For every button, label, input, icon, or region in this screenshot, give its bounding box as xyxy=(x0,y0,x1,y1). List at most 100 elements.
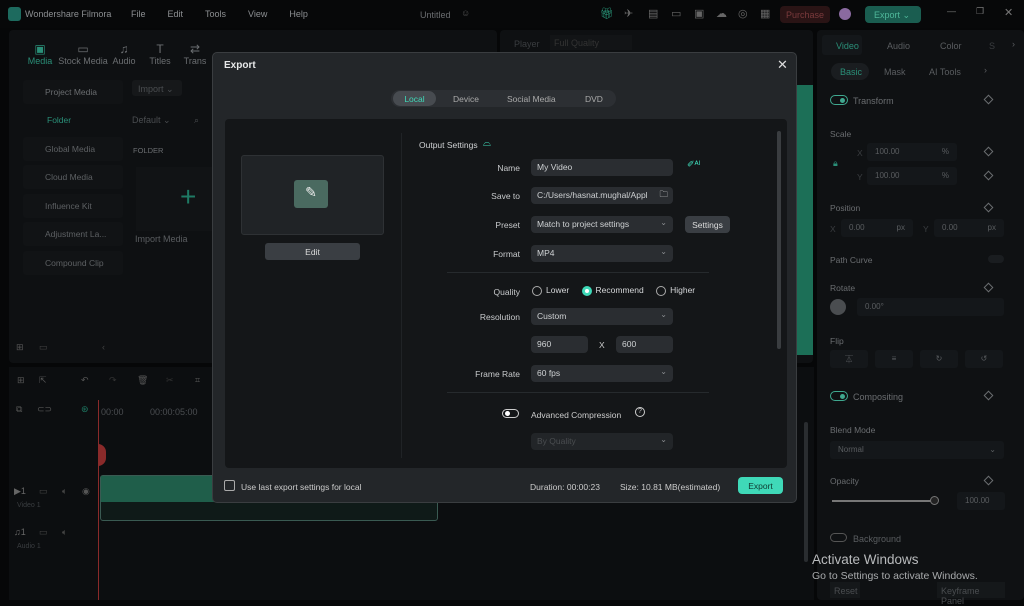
playhead[interactable] xyxy=(98,400,99,600)
folder-icon[interactable]: ▭ xyxy=(39,486,48,497)
close-icon[interactable]: ✕ xyxy=(777,57,788,73)
delete-icon[interactable]: 🗑︎ xyxy=(137,375,148,386)
close-window-icon[interactable]: ✕ xyxy=(1004,6,1013,19)
sort-dropdown[interactable]: Default ⌄ xyxy=(132,115,171,126)
send-icon[interactable]: ✈ xyxy=(624,7,633,20)
notes-icon[interactable]: ▤ xyxy=(648,7,658,20)
opacity-slider[interactable] xyxy=(832,500,934,502)
new-folder-icon[interactable]: ⊞ xyxy=(16,342,24,353)
cut-icon[interactable]: ✂ xyxy=(166,375,174,386)
tab-local[interactable]: Local xyxy=(393,91,436,106)
import-media-tile[interactable]: + xyxy=(136,167,216,231)
menu-tools[interactable]: Tools xyxy=(205,9,226,19)
width-input[interactable]: 960 xyxy=(531,336,588,353)
sidebar-item-cloud-media[interactable]: Cloud Media xyxy=(23,165,123,189)
keyframe-panel-button[interactable]: Keyframe Panel xyxy=(937,582,1005,606)
headset-icon[interactable]: ◎ xyxy=(738,7,748,20)
top-export-button[interactable]: Export ⌄ xyxy=(865,6,921,23)
sidebar-item-folder[interactable]: Folder xyxy=(47,115,71,125)
tab-stock-media[interactable]: ▭ Stock Media xyxy=(57,42,109,72)
lock-icon[interactable]: 🔒︎ xyxy=(833,158,838,169)
keyframe-icon[interactable] xyxy=(983,146,994,157)
restore-icon[interactable]: ❐ xyxy=(976,6,984,17)
tab-audio[interactable]: ♫ Audio xyxy=(109,42,139,72)
sidebar-item-project-media[interactable]: Project Media xyxy=(23,80,123,104)
menu-help[interactable]: Help xyxy=(289,9,308,19)
graduation-cap-icon[interactable]: ⌓ xyxy=(483,138,491,149)
rotate-left-icon[interactable]: ↺ xyxy=(965,350,1003,368)
folder-browse-icon[interactable]: 🗀︎ xyxy=(659,189,668,203)
layout-icon[interactable]: ▭ xyxy=(671,7,681,20)
keyframe-icon[interactable] xyxy=(983,475,994,486)
use-last-settings-checkbox[interactable] xyxy=(224,480,235,491)
link-icon[interactable]: ⊂⊃ xyxy=(37,404,52,415)
export-button[interactable]: Export xyxy=(738,477,783,494)
sidebar-item-influence-kit[interactable]: Influence Kit xyxy=(23,194,123,218)
cloud-upload-icon[interactable]: ☁ xyxy=(716,7,727,20)
playhead-marker[interactable] xyxy=(98,444,106,466)
folder-icon[interactable]: ▭ xyxy=(39,342,48,353)
sidebar-item-adjustment-layer[interactable]: Adjustment La... xyxy=(23,222,123,246)
quality-recommend-radio[interactable]: Recommend xyxy=(581,285,644,296)
add-track-icon[interactable]: ⧉ xyxy=(16,404,22,415)
tab-device[interactable]: Device xyxy=(453,94,479,104)
tab-social-media[interactable]: Social Media xyxy=(507,94,556,104)
background-toggle[interactable] xyxy=(830,533,847,542)
tab-color[interactable]: Color xyxy=(940,41,962,51)
search-icon[interactable]: ⌕ xyxy=(194,115,199,126)
height-input[interactable]: 600 xyxy=(616,336,673,353)
redo-icon[interactable]: ↷ xyxy=(109,375,117,386)
tab-more[interactable]: S xyxy=(989,41,995,51)
timeline-scrollbar[interactable] xyxy=(804,422,808,562)
reset-button[interactable]: Reset xyxy=(830,582,860,598)
chevron-right-icon[interactable]: › xyxy=(1012,39,1015,49)
crop-icon[interactable]: ⌗ xyxy=(195,375,200,386)
menu-edit[interactable]: Edit xyxy=(168,9,184,19)
opacity-slider-handle[interactable] xyxy=(930,496,939,505)
settings-scrollbar[interactable] xyxy=(777,131,781,349)
keyframe-icon[interactable] xyxy=(983,202,994,213)
subtab-mask[interactable]: Mask xyxy=(884,67,906,77)
path-curve-toggle[interactable] xyxy=(988,255,1004,263)
avatar[interactable] xyxy=(839,8,851,20)
scale-y-input[interactable]: 100.00% xyxy=(867,167,957,185)
tab-video[interactable]: Video xyxy=(822,35,862,55)
advanced-compression-toggle[interactable] xyxy=(502,409,519,418)
compositing-toggle[interactable] xyxy=(830,391,848,401)
purchase-button[interactable]: Purchase xyxy=(780,6,830,23)
resolution-dropdown[interactable]: Custom ⌄ xyxy=(531,308,673,325)
undo-icon[interactable]: ↶ xyxy=(81,375,89,386)
tab-dvd[interactable]: DVD xyxy=(585,94,603,104)
preset-settings-button[interactable]: Settings xyxy=(685,216,730,233)
subtab-basic[interactable]: Basic xyxy=(831,63,869,80)
speaker-icon[interactable]: 🔈︎ xyxy=(62,486,67,497)
rotate-right-icon[interactable]: ↻ xyxy=(920,350,958,368)
transform-toggle[interactable] xyxy=(830,95,848,105)
flip-vertical-icon[interactable]: ≡ xyxy=(875,350,913,368)
keyframe-icon[interactable] xyxy=(983,94,994,105)
select-tool-icon[interactable]: ⇱ xyxy=(39,375,47,386)
collapse-icon[interactable]: ‹ xyxy=(102,342,105,352)
subtab-ai-tools[interactable]: AI Tools xyxy=(929,67,961,77)
format-dropdown[interactable]: MP4 ⌄ xyxy=(531,245,673,262)
quality-lower-radio[interactable]: Lower xyxy=(532,285,569,296)
sidebar-item-compound-clip[interactable]: Compound Clip xyxy=(23,251,123,275)
keyframe-icon[interactable] xyxy=(983,282,994,293)
opacity-input[interactable]: 100.00 xyxy=(957,492,1005,510)
frame-rate-dropdown[interactable]: 60 fps ⌄ xyxy=(531,365,673,382)
ai-icon[interactable]: ⊛ xyxy=(81,404,89,415)
keyframe-icon[interactable] xyxy=(983,170,994,181)
menu-file[interactable]: File xyxy=(131,9,146,19)
quality-dropdown[interactable]: Full Quality xyxy=(550,35,632,50)
speaker-icon[interactable]: 🔈︎ xyxy=(62,527,67,538)
chevron-right-icon[interactable]: › xyxy=(984,65,987,75)
rotate-dial[interactable] xyxy=(830,299,846,315)
help-icon[interactable]: ? xyxy=(635,407,645,417)
folder-icon[interactable]: ▭ xyxy=(39,527,48,538)
quality-higher-radio[interactable]: Higher xyxy=(656,285,695,296)
scale-x-input[interactable]: 100.00% xyxy=(867,143,957,161)
tab-media[interactable]: ▣ Media xyxy=(23,42,57,72)
save-icon[interactable]: ▣ xyxy=(694,7,704,20)
sidebar-item-global-media[interactable]: Global Media xyxy=(23,137,123,161)
apps-grid-icon[interactable]: ▦ xyxy=(760,7,770,20)
